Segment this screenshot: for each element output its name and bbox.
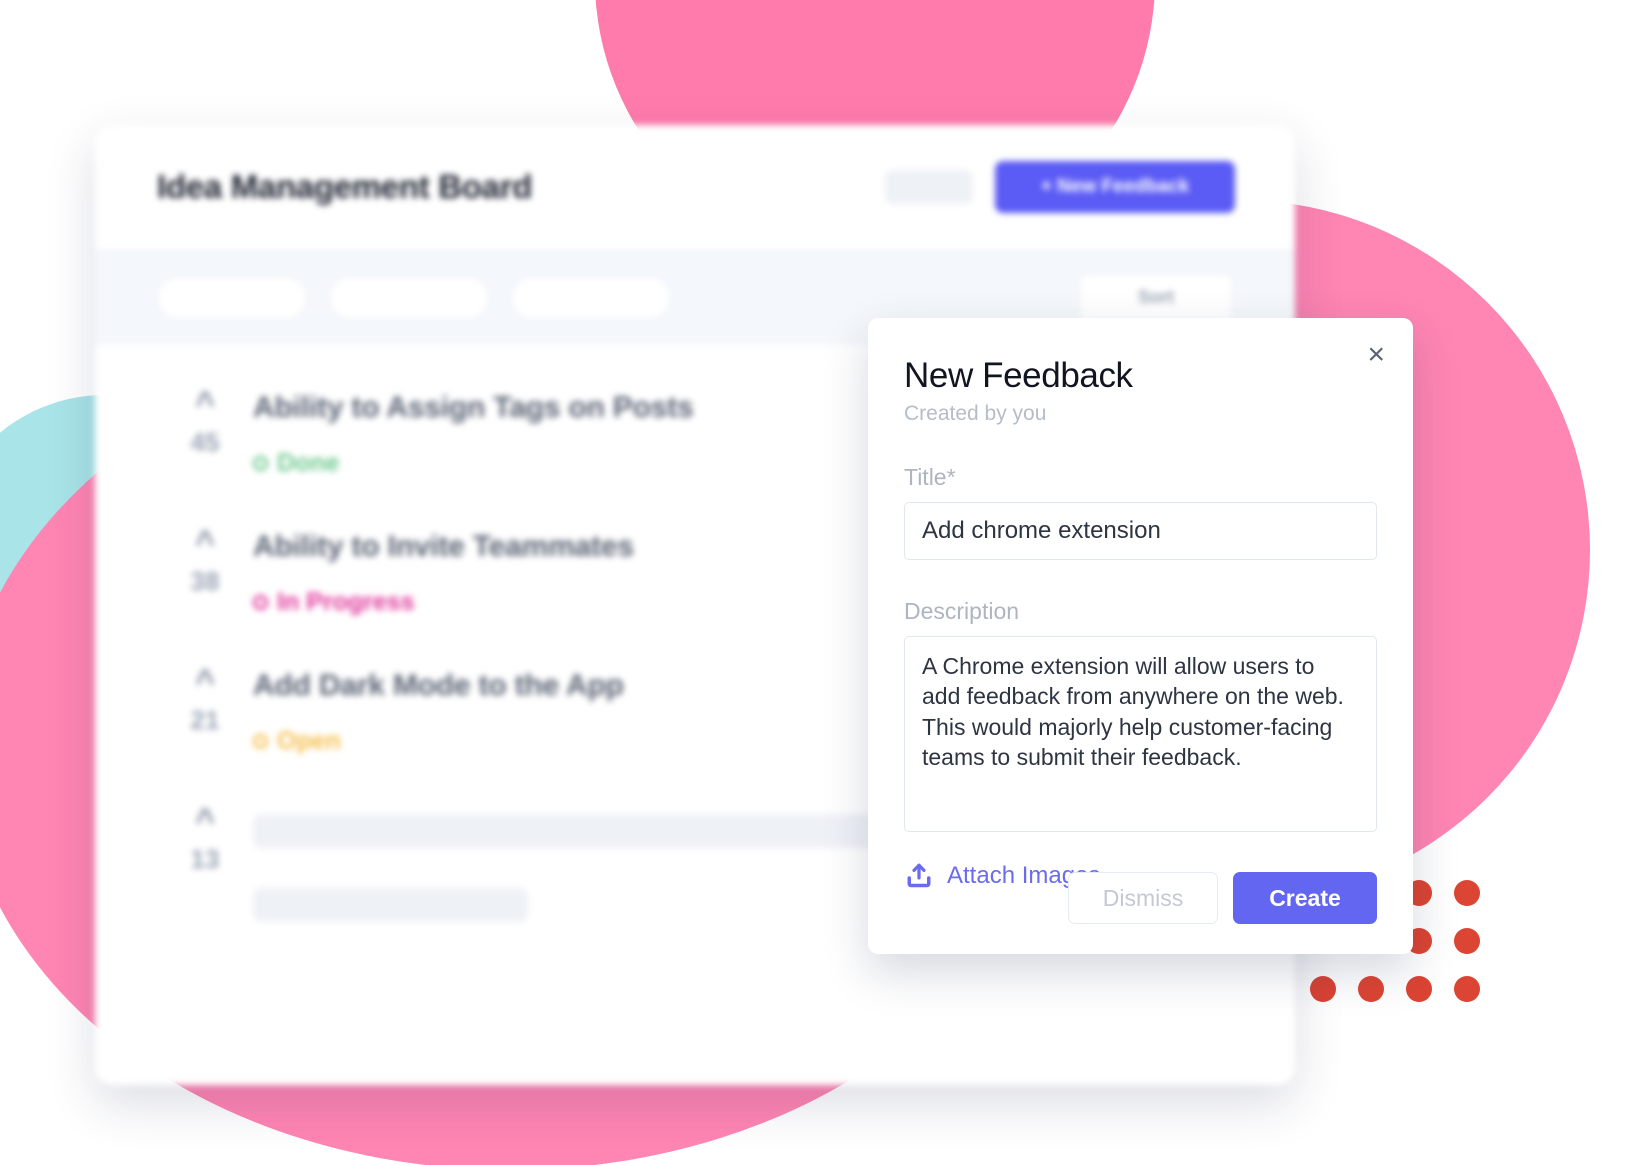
sort-dropdown[interactable]: Sort [1079, 273, 1233, 322]
page-title: Idea Management Board [157, 168, 533, 205]
status-dot-icon [253, 734, 268, 749]
status-badge: In Progress [253, 588, 634, 617]
list-item-title-placeholder [253, 814, 913, 848]
list-item-title: Ability to Assign Tags on Posts [253, 391, 694, 424]
description-input[interactable]: A Chrome extension will allow users to a… [904, 636, 1377, 832]
title-input[interactable] [904, 502, 1377, 560]
status-badge: Open [253, 727, 624, 756]
new-feedback-button[interactable]: + New Feedback [995, 161, 1235, 213]
status-label: Done [277, 449, 340, 477]
upvote-control[interactable]: ^ 21 [157, 665, 253, 756]
filter-pill-2[interactable] [329, 275, 489, 320]
modal-title: New Feedback [904, 356, 1133, 395]
upvote-caret-icon: ^ [195, 802, 215, 840]
list-item-body: Add Dark Mode to the App Open [253, 665, 624, 756]
list-item-title: Ability to Invite Teammates [253, 530, 634, 563]
vote-count: 13 [190, 844, 220, 874]
upload-icon [904, 861, 934, 891]
modal-subtitle: Created by you [904, 402, 1047, 425]
upvote-control[interactable]: ^ 13 [157, 804, 253, 922]
board-header: Idea Management Board + New Feedback [95, 125, 1295, 250]
modal-action-bar: Dismiss Create [1068, 872, 1377, 924]
vote-count: 21 [190, 705, 220, 735]
upvote-control[interactable]: ^ 45 [157, 387, 253, 478]
vote-count: 45 [190, 427, 220, 457]
list-item-body: Ability to Invite Teammates In Progress [253, 526, 634, 617]
status-label: Open [277, 727, 341, 755]
close-icon[interactable]: × [1361, 334, 1391, 376]
upvote-caret-icon: ^ [195, 385, 215, 423]
new-feedback-modal: × New Feedback Created by you Title* Des… [868, 318, 1413, 954]
list-item-body: Ability to Assign Tags on Posts Done [253, 387, 694, 478]
vote-count: 38 [190, 566, 220, 596]
status-badge: Done [253, 449, 694, 478]
create-button[interactable]: Create [1233, 872, 1377, 924]
status-dot-icon [253, 595, 268, 610]
list-item-title: Add Dark Mode to the App [253, 669, 624, 702]
upvote-caret-icon: ^ [195, 663, 215, 701]
status-placeholder [253, 888, 528, 922]
title-field-label: Title* [904, 464, 956, 490]
filter-pill-3[interactable] [511, 275, 671, 320]
upvote-caret-icon: ^ [195, 524, 215, 562]
status-label: In Progress [277, 588, 415, 616]
status-dot-icon [253, 456, 268, 471]
header-placeholder-chip[interactable] [885, 170, 973, 204]
filter-pill-1[interactable] [157, 275, 307, 320]
page-stage: Idea Management Board + New Feedback Sor… [0, 0, 1650, 1165]
dismiss-button[interactable]: Dismiss [1068, 872, 1218, 924]
description-field-label: Description [904, 598, 1020, 624]
upvote-control[interactable]: ^ 38 [157, 526, 253, 617]
